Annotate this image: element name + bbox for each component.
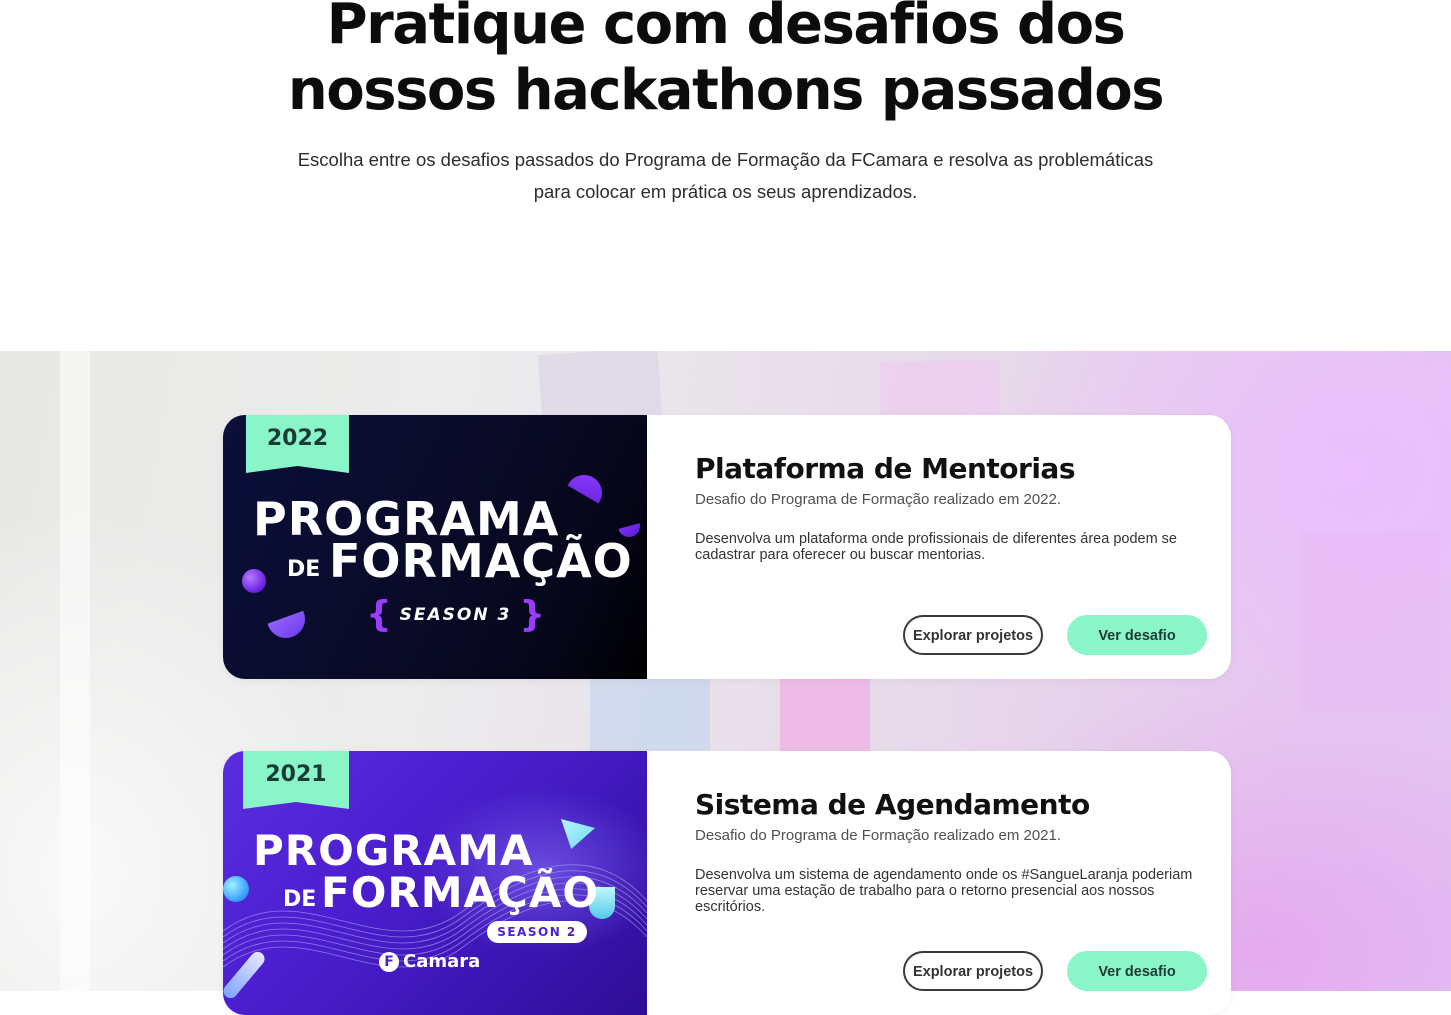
banner-title-line: FORMAÇÃO [321, 868, 600, 917]
hero-title-line: nossos hackathons passados [287, 58, 1165, 123]
hero-subtitle-line: para colocar em prática os seus aprendiz… [533, 181, 918, 202]
banner-title-small: DE [283, 887, 317, 912]
half-sphere-decoration [559, 468, 608, 517]
challenge-meta: Desafio do Programa de Formação realizad… [695, 491, 1062, 508]
explore-projects-button[interactable]: Explorar projetos [903, 615, 1043, 655]
challenge-card-body: Sistema de Agendamento Desafio do Progra… [695, 751, 1215, 1015]
challenge-description: Desenvolva um plataforma onde profission… [695, 531, 1215, 563]
challenge-description-line: reservar uma estação de trabalho para o … [695, 883, 1155, 899]
sphere-decoration [242, 569, 266, 593]
season-label: { SEASON 3 } [366, 595, 545, 635]
challenge-meta: Desafio do Programa de Formação realizad… [695, 827, 1062, 844]
sphere-decoration [223, 876, 249, 902]
hero-subtitle: Escolha entre os desafios passados do Pr… [0, 144, 1451, 208]
year-badge: 2021 [243, 751, 349, 809]
banner-title-line: FORMAÇÃO [329, 534, 633, 588]
challenge-description: Desenvolva um sistema de agendamento ond… [695, 867, 1215, 915]
challenge-description-line: Desenvolva um sistema de agendamento ond… [695, 867, 1193, 883]
year-badge: 2022 [246, 415, 349, 473]
challenge-card: 2022 PROGRAMA DE FORMAÇÃO { SEASON 3 } P… [223, 415, 1231, 679]
hero-title: Pratique com desafios dos nossos hackath… [0, 0, 1451, 124]
view-challenge-button[interactable]: Ver desafio [1067, 615, 1207, 655]
background-decoration [1300, 531, 1440, 711]
background-decoration [537, 351, 663, 426]
hero-section: Pratique com desafios dos nossos hackath… [0, 0, 1451, 351]
half-sphere-decoration [262, 595, 311, 644]
challenge-banner-image: 2021 PROGRAMA DE FORMAÇÃO SEASON 2 F Cam… [223, 751, 647, 1015]
brand-logo-text: Camara [403, 951, 481, 972]
challenge-card: 2021 PROGRAMA DE FORMAÇÃO SEASON 2 F Cam… [223, 751, 1231, 1015]
season-label: SEASON 2 [487, 921, 587, 943]
challenge-description-line: Desenvolva um plataforma onde profission… [695, 531, 1177, 547]
background-decoration [880, 361, 1000, 421]
challenge-card-body: Plataforma de Mentorias Desafio do Progr… [695, 415, 1215, 679]
brand-logo: F Camara [379, 951, 480, 972]
challenge-description-line: cadastrar para oferecer ou buscar mentor… [695, 547, 986, 563]
hero-title-line: Pratique com desafios dos [326, 0, 1126, 57]
explore-projects-button[interactable]: Explorar projetos [903, 951, 1043, 991]
brand-logo-icon: F [379, 951, 399, 972]
challenge-description-line: escritórios. [695, 899, 766, 915]
hero-subtitle-line: Escolha entre os desafios passados do Pr… [297, 149, 1154, 170]
view-challenge-button[interactable]: Ver desafio [1067, 951, 1207, 991]
brace-close: } [519, 594, 545, 635]
challenge-title: Sistema de Agendamento [695, 788, 1090, 821]
challenge-title: Plataforma de Mentorias [695, 452, 1076, 485]
background-decoration [60, 351, 90, 991]
banner-title-small: DE [287, 557, 321, 582]
season-text: SEASON 3 [399, 605, 512, 625]
challenge-banner-image: 2022 PROGRAMA DE FORMAÇÃO { SEASON 3 } [223, 415, 647, 679]
brace-open: { [366, 594, 392, 635]
